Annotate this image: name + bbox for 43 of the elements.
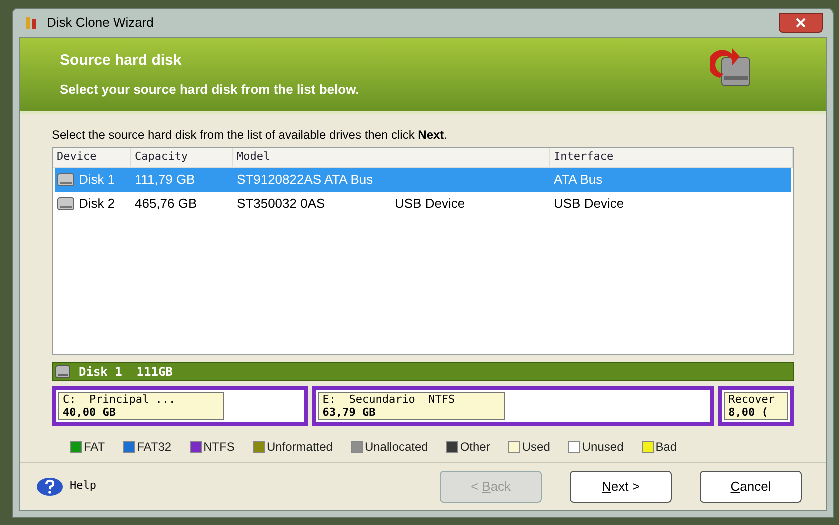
table-cell-text: USB Device	[395, 195, 466, 214]
table-cell: 111,79 GB	[135, 172, 196, 188]
column-header[interactable]: Device	[53, 148, 131, 167]
legend-label: Used	[522, 439, 550, 456]
window-title: Disk Clone Wizard	[47, 14, 154, 32]
table-cell-text: Disk 2	[79, 195, 116, 214]
legend-label: NTFS	[204, 439, 235, 456]
partition-size: 8,00 (	[728, 406, 770, 419]
legend-label: Unallocated	[364, 439, 428, 456]
wizard-button[interactable]: Next >	[570, 470, 672, 502]
partition-name: C: Principal ...	[63, 393, 177, 406]
partition-size: 40,00 GB	[63, 406, 117, 419]
partition-name: Recover	[728, 393, 776, 406]
table-cell: USB Device	[554, 196, 624, 212]
partition-block[interactable]: E: Secundario NTFS 63,79 GB	[312, 386, 714, 426]
close-button[interactable]	[779, 13, 823, 33]
close-icon	[796, 18, 806, 28]
column-header[interactable]: Model	[233, 148, 550, 167]
help-icon[interactable]	[36, 476, 64, 496]
table-cell-text: Disk 1	[79, 171, 116, 190]
instruction-text: Select the source hard disk from the list of available drives then click Next.	[52, 127, 449, 144]
partition-block[interactable]: Recover 8,00 (	[718, 386, 794, 426]
legend-label: Other	[460, 439, 490, 456]
header-subtitle: Select your source hard disk from the list below.	[60, 81, 360, 99]
header-title: Source hard disk	[60, 50, 183, 70]
partition-size: 63,79 GB	[322, 406, 377, 419]
table-cell-text: ST9120822AS ATA Bus	[237, 171, 374, 190]
column-header[interactable]: Interface	[550, 148, 793, 167]
legend-label: Unused	[582, 439, 624, 456]
column-header[interactable]: Capacity	[131, 148, 233, 167]
legend-label: FAT	[84, 439, 106, 456]
legend-label: Bad	[656, 439, 678, 456]
help-link[interactable]: Help	[70, 478, 96, 495]
table-cell: ATA Bus	[554, 172, 603, 188]
partition-block[interactable]: C: Principal ... 40,00 GB	[52, 386, 308, 426]
legend-label: FAT32	[137, 439, 172, 456]
wizard-icon	[23, 15, 39, 31]
table-cell-text: ST350032 0AS	[237, 195, 326, 214]
wizard-button[interactable]: Cancel	[700, 470, 802, 502]
legend-label: Unformatted	[266, 439, 333, 456]
partition-name: E: Secundario NTFS	[322, 393, 456, 406]
disk-label: Disk 1 111GB	[79, 364, 173, 380]
table-cell: 465,76 GB	[135, 196, 198, 212]
